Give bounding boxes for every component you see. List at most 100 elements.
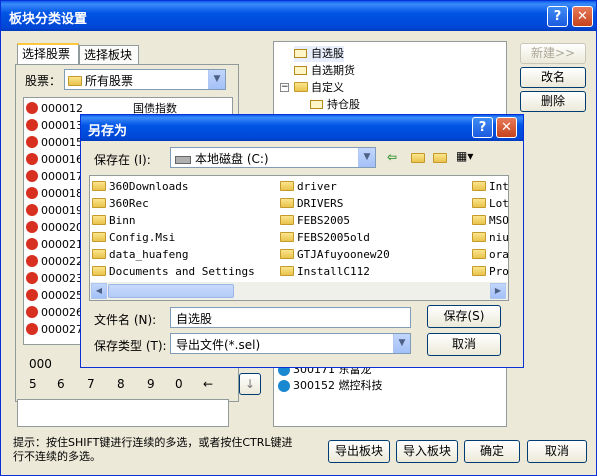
stock-icon bbox=[26, 238, 38, 250]
tree-item[interactable]: 自选股 bbox=[294, 46, 344, 62]
folder-item[interactable]: MSO bbox=[472, 214, 509, 227]
keypad-key[interactable]: ← bbox=[203, 377, 213, 391]
folder-item[interactable]: niu bbox=[472, 231, 509, 244]
keypad-key[interactable]: 9 bbox=[147, 377, 155, 391]
tab-select-stock[interactable]: 选择股票 bbox=[17, 43, 79, 65]
folder-item[interactable]: Binn bbox=[92, 214, 136, 227]
collapse-icon[interactable]: − bbox=[280, 83, 289, 92]
chevron-down-icon[interactable]: ▼ bbox=[393, 334, 410, 353]
save-as-dialog: 另存为 ? ✕ 保存在 (I): 本地磁盘 (C:) ▼ ⇦ ▦▾ 360Dow… bbox=[80, 114, 524, 368]
tree-stock-item[interactable]: 300152 燃控科技 bbox=[278, 378, 383, 394]
keypad-key[interactable]: 8 bbox=[117, 377, 125, 391]
folder-icon bbox=[280, 181, 294, 191]
folder-item[interactable]: FEBS2005old bbox=[280, 231, 370, 244]
folder-item[interactable]: Pro bbox=[472, 265, 509, 278]
folder-item[interactable]: Documents and Settings bbox=[92, 265, 255, 278]
folder-icon bbox=[92, 249, 106, 259]
delete-button[interactable]: 删除 bbox=[520, 91, 586, 112]
stock-row[interactable]: 000021 bbox=[26, 237, 83, 253]
new-folder-icon[interactable] bbox=[433, 153, 447, 163]
keypad-key[interactable]: 0 bbox=[175, 377, 183, 391]
folder-item[interactable]: Int bbox=[472, 180, 509, 193]
stock-combo[interactable]: 所有股票 ▼ bbox=[64, 69, 226, 90]
filename-label: 文件名 (N): bbox=[94, 313, 157, 327]
folder-item[interactable]: 360Downloads bbox=[92, 180, 188, 193]
chevron-down-icon[interactable]: ▼ bbox=[208, 70, 225, 89]
stock-row[interactable]: 000018 bbox=[26, 186, 83, 202]
back-icon[interactable]: ⇦ bbox=[387, 150, 397, 164]
stock-combo-value: 所有股票 bbox=[68, 72, 133, 89]
filename-input[interactable]: 自选股 bbox=[170, 307, 411, 328]
stock-icon bbox=[26, 153, 38, 165]
folder-item[interactable]: FEBS2005 bbox=[280, 214, 350, 227]
envelope-icon bbox=[310, 99, 323, 109]
scroll-right-icon[interactable]: ▶ bbox=[490, 283, 506, 299]
folder-item[interactable]: data_huafeng bbox=[92, 248, 188, 261]
cancel-button[interactable]: 取消 bbox=[527, 440, 587, 463]
ok-button[interactable]: 确定 bbox=[464, 440, 520, 463]
stock-icon bbox=[26, 306, 38, 318]
stock-row[interactable]: 000016 bbox=[26, 152, 83, 168]
stock-icon bbox=[26, 204, 38, 216]
dialog-close-button[interactable]: ✕ bbox=[496, 117, 517, 138]
stock-row[interactable]: 000019 bbox=[26, 203, 83, 219]
close-button[interactable]: ✕ bbox=[572, 6, 593, 27]
scroll-thumb[interactable] bbox=[108, 284, 234, 298]
help-button[interactable]: ? bbox=[547, 6, 568, 27]
folder-item[interactable]: InstallC112 bbox=[280, 265, 370, 278]
stock-row[interactable]: 000013 bbox=[26, 118, 83, 134]
stock-row[interactable]: 000015 bbox=[26, 135, 83, 151]
save-in-combo[interactable]: 本地磁盘 (C:) ▼ bbox=[170, 147, 376, 168]
stock-icon bbox=[26, 272, 38, 284]
filetype-select[interactable]: 导出文件(*.sel) ▼ bbox=[170, 333, 411, 354]
title-bar: 板块分类设置 ? ✕ bbox=[1, 1, 596, 31]
export-block-button[interactable]: 导出板块 bbox=[328, 440, 390, 463]
view-menu-icon[interactable]: ▦▾ bbox=[456, 149, 473, 163]
folder-item[interactable]: driver bbox=[280, 180, 337, 193]
folder-item[interactable]: GTJAfuyoonew20 bbox=[280, 248, 390, 261]
horizontal-scrollbar[interactable]: ◀ ▶ bbox=[90, 282, 508, 300]
keypad-key[interactable]: 6 bbox=[57, 377, 65, 391]
tree-item[interactable]: 自选期货 bbox=[294, 63, 355, 79]
folder-item[interactable]: Config.Msi bbox=[92, 231, 175, 244]
folder-icon bbox=[472, 198, 486, 208]
stock-row[interactable]: 000026 bbox=[26, 305, 83, 321]
tree-item[interactable]: − 自定义 bbox=[280, 80, 344, 96]
folder-item[interactable]: ora bbox=[472, 248, 509, 261]
tab-select-block[interactable]: 选择板块 bbox=[79, 45, 139, 65]
stock-row[interactable]: 000020 bbox=[26, 220, 83, 236]
folder-icon bbox=[472, 215, 486, 225]
stock-row[interactable]: 000022 bbox=[26, 254, 83, 270]
file-list[interactable]: 360Downloads 360Rec Binn Config.Msi data_hua… bbox=[89, 175, 509, 301]
stock-icon bbox=[26, 136, 38, 148]
stock-row[interactable]: 000023 bbox=[26, 271, 83, 287]
stock-row[interactable]: 000025 bbox=[26, 288, 83, 304]
stock-label: 股票： bbox=[25, 74, 62, 88]
up-folder-icon[interactable] bbox=[411, 153, 425, 163]
keypad-key[interactable]: 5 bbox=[29, 377, 37, 391]
stock-icon bbox=[26, 170, 38, 182]
keypad-key[interactable]: 000 bbox=[29, 357, 52, 371]
folder-item[interactable]: 360Rec bbox=[92, 197, 149, 210]
stock-icon bbox=[278, 380, 290, 392]
import-block-button[interactable]: 导入板块 bbox=[396, 440, 458, 463]
move-down-arrow-icon[interactable]: ↓ bbox=[239, 373, 261, 395]
dialog-save-button[interactable]: 保存(S) bbox=[427, 305, 501, 328]
rename-button[interactable]: 改名 bbox=[520, 67, 586, 88]
new-block-button[interactable]: 新建>> bbox=[520, 43, 586, 64]
tree-item[interactable]: 持仓股 bbox=[310, 97, 360, 113]
code-input[interactable] bbox=[17, 399, 229, 427]
stock-row[interactable]: 000017 bbox=[26, 169, 83, 185]
window-title: 板块分类设置 bbox=[9, 12, 88, 27]
stock-row[interactable]: 000027 bbox=[26, 322, 83, 338]
dialog-help-button[interactable]: ? bbox=[472, 117, 493, 138]
folder-icon bbox=[472, 232, 486, 242]
scroll-left-icon[interactable]: ◀ bbox=[91, 283, 107, 299]
folder-item[interactable]: Lot bbox=[472, 197, 509, 210]
folder-icon bbox=[472, 266, 486, 276]
keypad-key[interactable]: 7 bbox=[87, 377, 95, 391]
stock-icon bbox=[26, 221, 38, 233]
dialog-cancel-button[interactable]: 取消 bbox=[427, 333, 501, 356]
chevron-down-icon[interactable]: ▼ bbox=[358, 148, 375, 167]
folder-item[interactable]: DRIVERS bbox=[280, 197, 343, 210]
